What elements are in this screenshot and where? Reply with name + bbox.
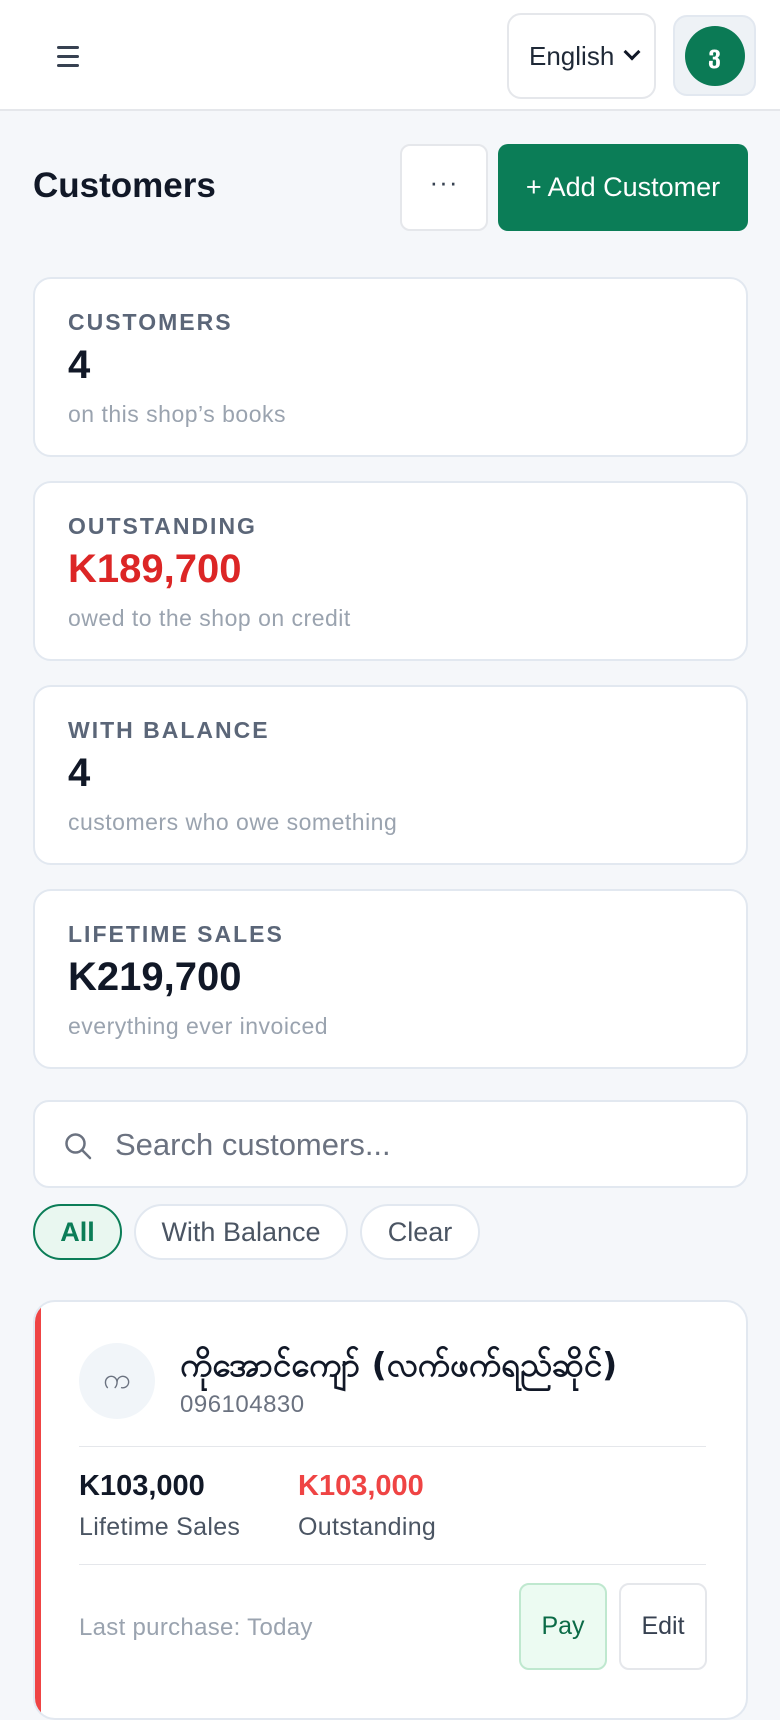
stat-value: 4: [68, 343, 91, 387]
language-select-value: English: [529, 40, 615, 71]
stat-label: OUTSTANDING: [68, 513, 257, 539]
stat-value: 4: [68, 751, 91, 795]
more-options-button[interactable]: ···: [400, 144, 488, 231]
search-icon: [65, 1133, 92, 1160]
last-purchase-text: Last purchase: Today: [79, 1614, 313, 1641]
balance-accent-bar: [35, 1302, 41, 1718]
search-box: [33, 1100, 748, 1188]
add-customer-button[interactable]: + Add Customer: [498, 144, 748, 231]
customer-avatar: က: [79, 1343, 155, 1419]
stat-card-with-balance: WITH BALANCE 4 customers who owe somethi…: [33, 685, 748, 865]
divider: [79, 1564, 706, 1565]
hamburger-menu-icon[interactable]: [44, 34, 92, 78]
stat-label: CUSTOMERS: [68, 309, 233, 335]
customer-phone: 096104830: [180, 1391, 305, 1418]
user-menu-button[interactable]: ვ: [673, 15, 756, 96]
stat-label: LIFETIME SALES: [68, 921, 284, 947]
stat-card-lifetime-sales: LIFETIME SALES K219,700 everything ever …: [33, 889, 748, 1069]
stat-label: WITH BALANCE: [68, 717, 270, 743]
lifetime-sales-label: Lifetime Sales: [79, 1513, 241, 1541]
avatar: ვ: [684, 25, 745, 86]
edit-button[interactable]: Edit: [619, 1583, 707, 1670]
filter-chip-all[interactable]: All: [33, 1204, 122, 1260]
customer-card[interactable]: က ကိုအောင်ကျော် (လက်ဖက်ရည်ဆိုင်) 0961048…: [33, 1300, 748, 1720]
stat-subtext: on this shop’s books: [68, 401, 286, 427]
stat-subtext: everything ever invoiced: [68, 1013, 329, 1039]
filter-chip-clear[interactable]: Clear: [360, 1204, 480, 1260]
outstanding-value: K103,000: [298, 1470, 424, 1502]
stat-value: K219,700: [68, 955, 242, 999]
language-select[interactable]: English: [507, 13, 656, 99]
outstanding-label: Outstanding: [298, 1513, 437, 1541]
chevron-down-icon: [623, 43, 641, 61]
page-title: Customers: [33, 166, 216, 205]
stat-subtext: customers who owe something: [68, 809, 398, 835]
customer-name: ကိုအောင်ကျော် (လက်ဖက်ရည်ဆိုင်): [180, 1345, 618, 1384]
top-bar: English ვ: [0, 0, 780, 111]
stat-card-outstanding: OUTSTANDING K189,700 owed to the shop on…: [33, 481, 748, 661]
stat-card-customers: CUSTOMERS 4 on this shop’s books: [33, 277, 748, 457]
filter-chip-with-balance[interactable]: With Balance: [134, 1204, 348, 1260]
search-input[interactable]: [115, 1122, 715, 1168]
pay-button[interactable]: Pay: [519, 1583, 607, 1670]
stat-value: K189,700: [68, 547, 242, 591]
stat-subtext: owed to the shop on credit: [68, 605, 351, 631]
lifetime-sales-value: K103,000: [79, 1470, 205, 1502]
divider: [79, 1446, 706, 1447]
